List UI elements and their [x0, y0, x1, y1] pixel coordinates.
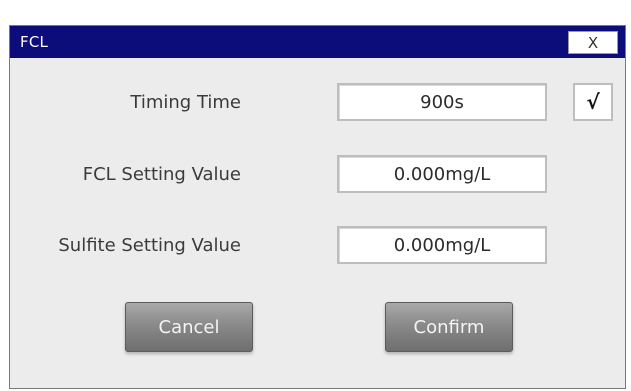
fcl-dialog: FCL X Timing Time 900s √ FCL Setting Val… [9, 25, 626, 389]
dialog-title: FCL [20, 33, 49, 51]
sulfite-setting-value-input[interactable]: 0.000mg/L [337, 226, 547, 264]
title-bar: FCL X [10, 26, 625, 58]
sulfite-setting-value-label: Sulfite Setting Value [58, 235, 241, 256]
fcl-setting-value-input[interactable]: 0.000mg/L [337, 155, 547, 193]
checkmark-icon: √ [586, 90, 600, 114]
timing-time-input[interactable]: 900s [337, 83, 547, 121]
cancel-button[interactable]: Cancel [125, 302, 253, 352]
close-icon: X [587, 33, 599, 52]
close-button[interactable]: X [568, 31, 618, 54]
fcl-setting-value-label: FCL Setting Value [82, 164, 241, 185]
confirm-button[interactable]: Confirm [385, 302, 513, 352]
timing-time-label: Timing Time [130, 92, 241, 113]
timing-time-checkbox[interactable]: √ [573, 83, 613, 121]
